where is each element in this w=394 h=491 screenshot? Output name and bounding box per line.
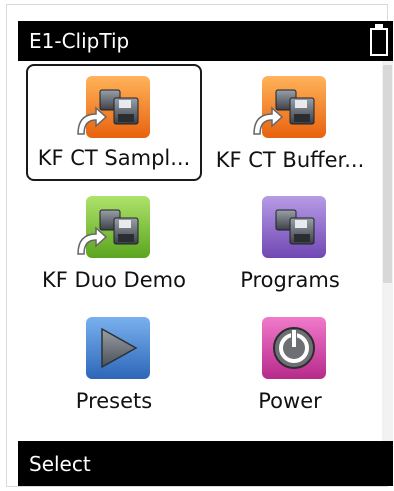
menu-item-label: KF CT Buffer... bbox=[215, 148, 365, 172]
title-bar: E1-ClipTip bbox=[18, 21, 393, 61]
menu-item-label: KF CT Sampl... bbox=[37, 146, 191, 170]
select-softkey[interactable]: Select bbox=[29, 451, 91, 477]
orange-floppy-shortcut-icon bbox=[74, 72, 154, 142]
menu-item-label: Power bbox=[258, 389, 322, 413]
magenta-power-icon bbox=[250, 313, 330, 383]
menu-item-label: Programs bbox=[240, 268, 340, 292]
menu-grid: KF CT Sampl... KF CT Buffer... KF Duo De… bbox=[18, 61, 382, 441]
menu-item-programs[interactable]: Programs bbox=[202, 186, 378, 303]
battery-icon bbox=[369, 24, 389, 57]
menu-item-kf-ct-sample[interactable]: KF CT Sampl... bbox=[26, 64, 202, 181]
scrollbar-thumb[interactable] bbox=[383, 65, 392, 283]
menu-item-kf-ct-buffer[interactable]: KF CT Buffer... bbox=[202, 64, 378, 181]
menu-item-presets[interactable]: Presets bbox=[26, 307, 202, 424]
softkey-bar: Select bbox=[18, 441, 393, 486]
orange-floppy-shortcut-icon bbox=[250, 72, 330, 142]
purple-floppy-icon bbox=[250, 192, 330, 262]
menu-item-label: Presets bbox=[75, 389, 153, 413]
menu-item-power[interactable]: Power bbox=[202, 307, 378, 424]
app-title: E1-ClipTip bbox=[29, 29, 130, 53]
blue-play-icon bbox=[74, 313, 154, 383]
menu-item-label: KF Duo Demo bbox=[42, 268, 186, 292]
scrollbar[interactable] bbox=[382, 61, 393, 441]
green-floppy-shortcut-icon bbox=[74, 192, 154, 262]
menu-item-kf-duo-demo[interactable]: KF Duo Demo bbox=[26, 186, 202, 303]
